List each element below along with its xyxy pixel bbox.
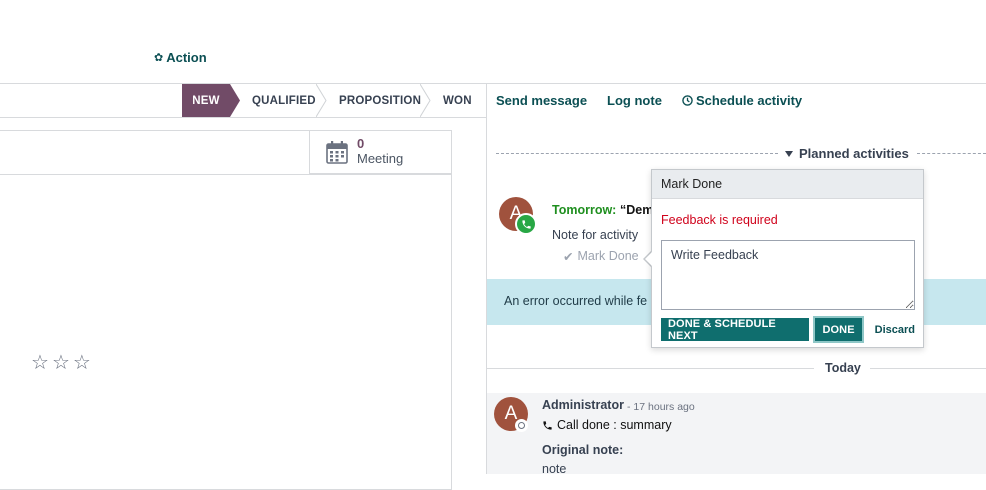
schedule-activity-button[interactable]: Schedule activity (682, 93, 802, 108)
meeting-count: 0 (357, 136, 365, 151)
planned-activities-toggle[interactable]: Planned activities (785, 146, 909, 161)
message-author[interactable]: Administrator (542, 398, 624, 412)
phone-glyph (521, 219, 531, 229)
mark-done-popover: Mark Done Feedback is required Write Fee… (651, 169, 924, 348)
form-sheet (0, 130, 452, 490)
message-body: Call done : summary (542, 418, 672, 432)
done-button[interactable]: DONE (813, 316, 864, 343)
phone-icon (515, 213, 537, 235)
popover-arrow-inner (645, 252, 652, 266)
stage-qualified[interactable]: QUALIFIED (252, 84, 316, 117)
activity-note: Note for activity (552, 228, 639, 242)
check-icon: ✔ (563, 250, 574, 264)
clock-icon (682, 95, 693, 106)
planned-activities-label: Planned activities (799, 146, 909, 161)
original-note-label: Original note: (542, 443, 624, 457)
priority-stars: ☆ ☆ ☆ (31, 353, 91, 373)
stage-won[interactable]: WON (443, 84, 478, 117)
action-label: Action (166, 50, 207, 65)
mark-done-link[interactable]: ✔ Mark Done (563, 249, 639, 264)
feedback-error: Feedback is required (661, 213, 778, 227)
button-box-divider (0, 174, 452, 175)
activity-summary: “Dem (620, 203, 654, 217)
stage-arrow (316, 84, 327, 117)
star-icon[interactable]: ☆ (31, 353, 49, 373)
gear-icon: ✿ (154, 52, 164, 64)
stage-label: QUALIFIED (252, 94, 316, 107)
today-divider-right (870, 368, 986, 369)
calendar-icon (326, 140, 348, 164)
statusbar-divider (0, 117, 486, 118)
today-label: Today (825, 361, 861, 375)
chatter-topbar: Send message Log note Schedule activity (496, 93, 802, 108)
stage-proposition[interactable]: PROPOSITION (339, 84, 421, 117)
stage-label: NEW (192, 94, 220, 107)
phone-icon (543, 421, 552, 430)
meeting-smart-button[interactable]: 0 Meeting (309, 130, 452, 174)
message-body-text: Call done : summary (557, 418, 672, 432)
planned-divider-right (917, 153, 986, 154)
star-icon[interactable]: ☆ (52, 353, 70, 373)
activity-due: Tomorrow: (552, 203, 617, 217)
send-message-button[interactable]: Send message (496, 93, 587, 108)
action-menu-button[interactable]: ✿ Action (154, 50, 207, 65)
stage-new[interactable]: NEW (182, 84, 230, 117)
mark-done-label: Mark Done (577, 249, 639, 263)
today-divider-left (487, 368, 814, 369)
stage-label: WON (443, 94, 472, 107)
popover-title: Mark Done (652, 170, 923, 199)
stage-label: PROPOSITION (339, 94, 422, 107)
stage-arrow-active (230, 84, 240, 117)
meeting-label: Meeting (357, 151, 404, 166)
discard-button[interactable]: Discard (867, 324, 923, 336)
schedule-activity-label: Schedule activity (695, 93, 803, 108)
log-note-button[interactable]: Log note (607, 93, 662, 108)
feedback-textarea[interactable]: Write Feedback (661, 240, 915, 310)
caret-down-icon (785, 150, 793, 157)
offline-status-icon (515, 419, 528, 432)
popover-buttons: DONE & SCHEDULE NEXT DONE Discard (661, 316, 923, 343)
planned-divider-left (496, 153, 778, 154)
meeting-stat: 0 Meeting (357, 136, 404, 167)
done-schedule-next-button[interactable]: DONE & SCHEDULE NEXT (661, 318, 810, 342)
message-time: - 17 hours ago (627, 401, 695, 413)
stage-arrow (420, 84, 431, 117)
star-icon[interactable]: ☆ (73, 353, 91, 373)
statusbar: NEW QUALIFIED PROPOSITION WON (0, 84, 486, 117)
